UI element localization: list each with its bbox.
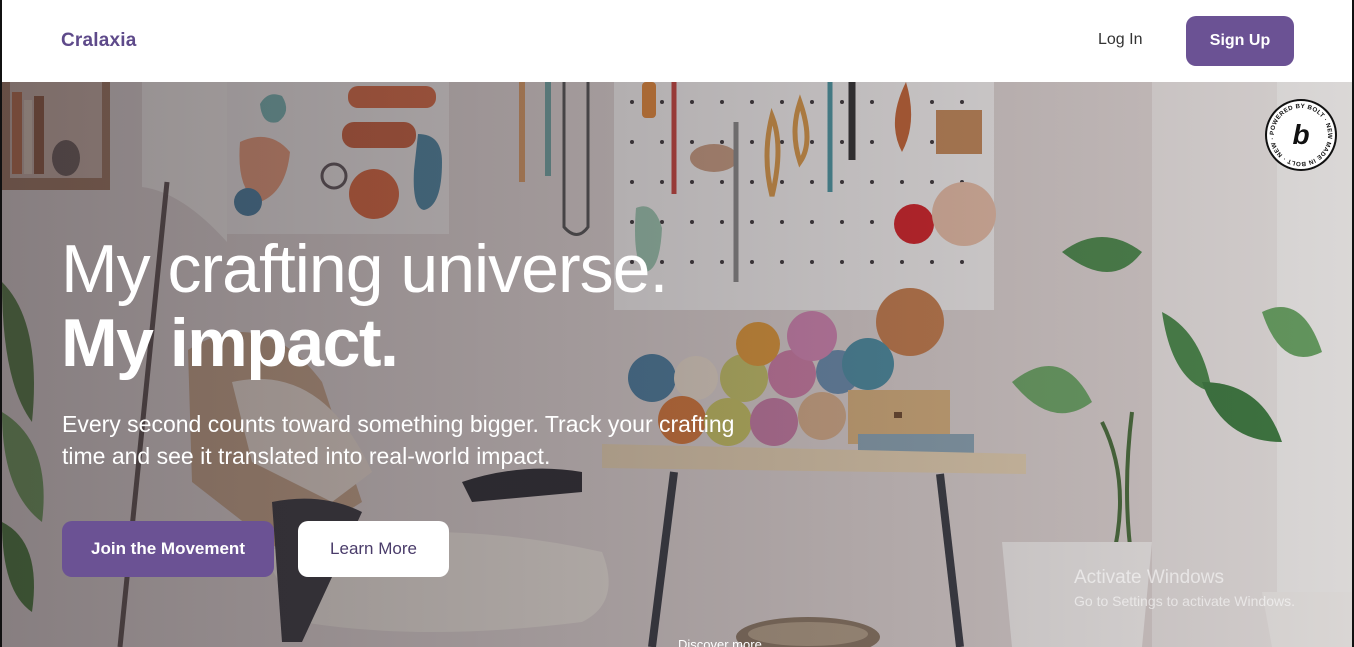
join-movement-button[interactable]: Join the Movement bbox=[62, 521, 274, 577]
badge-logo-letter: b bbox=[1292, 119, 1309, 150]
bolt-badge-icon[interactable]: POWERED BY BOLT · NEW MADE IN BOLT · NEW… bbox=[1264, 98, 1338, 172]
discover-more-link[interactable]: Discover more bbox=[678, 637, 762, 647]
windows-activation-watermark: Activate Windows Go to Settings to activ… bbox=[1074, 567, 1295, 609]
signup-button[interactable]: Sign Up bbox=[1186, 16, 1294, 66]
brand-logo[interactable]: Cralaxia bbox=[61, 30, 137, 52]
page: Cralaxia Log In Sign Up My crafting univ… bbox=[0, 0, 1354, 647]
watermark-title: Activate Windows bbox=[1074, 567, 1224, 588]
watermark-subtitle: Go to Settings to activate Windows. bbox=[1074, 593, 1295, 609]
hero-title-line2: My impact. bbox=[61, 305, 399, 381]
login-link[interactable]: Log In bbox=[1098, 31, 1142, 49]
hero-subtitle: Every second counts toward something big… bbox=[62, 411, 735, 469]
learn-more-button[interactable]: Learn More bbox=[298, 521, 449, 577]
top-navbar: Cralaxia Log In Sign Up bbox=[2, 0, 1352, 82]
hero-section: My crafting universe. My impact. Every s… bbox=[2, 82, 1352, 647]
hero-title-line1: My crafting universe. bbox=[61, 231, 668, 307]
